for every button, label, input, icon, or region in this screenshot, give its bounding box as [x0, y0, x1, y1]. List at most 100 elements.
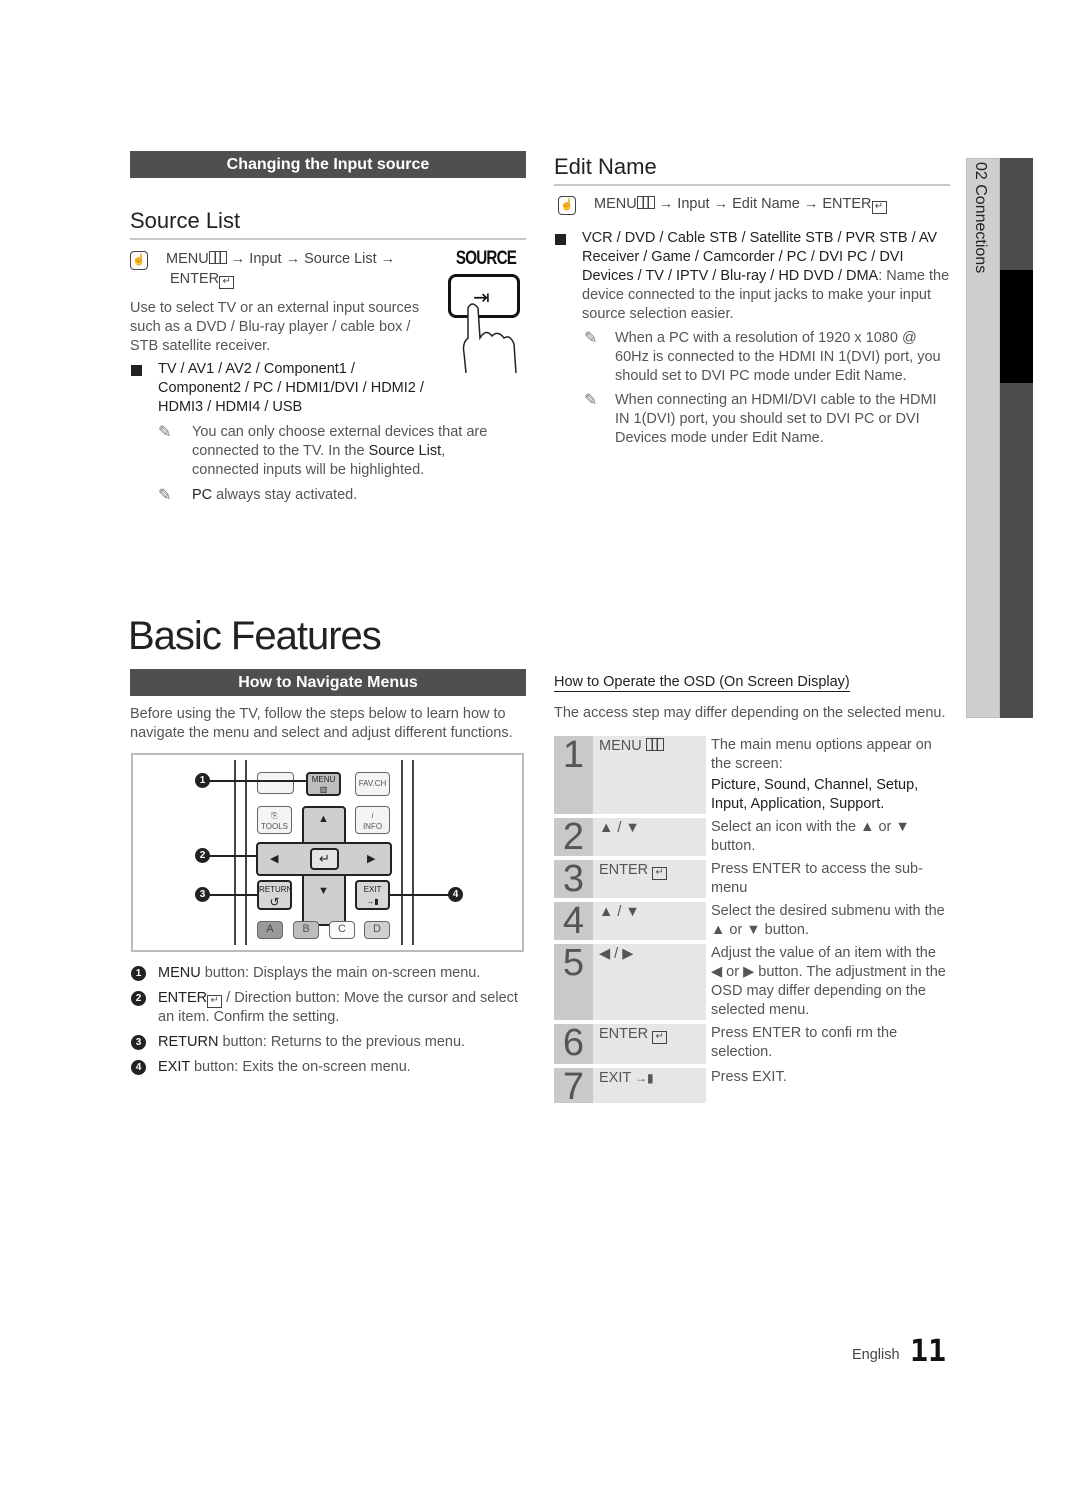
menu-path-rest: → Input → Source List → — [230, 251, 396, 267]
legend-item: 1 MENU button: Displays the main on-scre… — [130, 964, 526, 983]
step-number: 4 — [554, 902, 593, 940]
step-description: Select an icon with the ▲ or ▼ button. — [711, 819, 910, 854]
legend-item: 2 ENTER ↵ / Direction button: Move the cu… — [130, 989, 526, 1027]
step-description: Select the desired submenu with the ▲ or… — [711, 903, 945, 938]
menu-icon — [645, 738, 664, 751]
arrow-down-icon: ▼ — [318, 885, 329, 897]
edit-name-heading: Edit Name — [554, 154, 950, 186]
edit-name-bullet: VCR / DVD / Cable STB / Satellite STB / … — [554, 229, 950, 324]
step-key: EXIT →▮ — [593, 1068, 706, 1103]
color-button-label: C — [338, 923, 346, 935]
source-list-bullet-text: TV / AV1 / AV2 / Component1 / Component2… — [158, 361, 424, 415]
remote-legend: 1 MENU button: Displays the main on-scre… — [130, 964, 526, 1077]
source-list-note-2: ✎ PC always stay activated. — [158, 486, 500, 505]
return-icon: ↺ — [269, 895, 280, 909]
legend-number: 4 — [131, 1060, 146, 1075]
legend-text: button: Exits the on-screen menu. — [189, 1059, 411, 1075]
legend-key: ENTER — [158, 990, 208, 1006]
note-bold: PC — [192, 487, 213, 503]
menu-icon: ▥ — [319, 785, 328, 794]
remote-edge-line — [401, 760, 403, 945]
section-bar-changing-input: Changing the Input source — [130, 151, 526, 178]
info-icon: i — [371, 811, 374, 820]
remote-exit-label: EXIT — [363, 885, 382, 894]
bullet-square-icon — [555, 234, 566, 245]
enter-icon: ↵ — [871, 201, 887, 214]
remote-c-button: C — [329, 921, 355, 939]
step-description: Adjust the value of an item with the ◀ o… — [711, 945, 946, 1018]
callout-line — [208, 855, 258, 857]
pencil-note-icon: ✎ — [158, 487, 172, 504]
remote-menu-button: MENU ▥ — [306, 772, 341, 796]
arrow-up-icon: ▲ — [318, 813, 329, 825]
remote-favch-button: FAV.CH — [355, 772, 390, 796]
step-description: Press EXIT. — [711, 1069, 787, 1085]
legend-key: RETURN — [158, 1034, 219, 1050]
chapter-tab-marker — [1000, 270, 1033, 383]
osd-intro: The access step may differ depending on … — [554, 705, 946, 721]
legend-text: button: Displays the main on-screen menu… — [200, 965, 481, 981]
pencil-note-icon: ✎ — [158, 424, 172, 441]
step-key-label: EXIT — [599, 1070, 631, 1086]
pointing-hand-icon — [462, 303, 517, 374]
legend-number: 2 — [131, 991, 146, 1006]
step-key: MENU — [593, 736, 706, 814]
exit-icon: →▮ — [635, 1071, 654, 1085]
remote-enter-button: ↵ — [310, 848, 339, 870]
note-text: When connecting an HDMI/DVI cable to the… — [615, 392, 937, 446]
source-list-bullet: TV / AV1 / AV2 / Component1 / Component2… — [130, 360, 430, 417]
source-list-heading: Source List — [130, 208, 526, 240]
step-description: Press ENTER to access the sub-menu — [711, 861, 923, 896]
enter-icon: ↵ — [219, 276, 235, 289]
step-number: 1 — [554, 736, 593, 814]
remote-exit-button: EXIT →▮ — [355, 880, 390, 910]
bullet-square-icon — [131, 365, 142, 376]
callout-4: 4 — [448, 887, 463, 902]
source-list-note-1: ✎ You can only choose external devices t… — [158, 423, 500, 480]
enter-icon: ↵ — [207, 995, 223, 1008]
color-button-label: A — [266, 923, 274, 935]
remote-d-button: D — [364, 921, 390, 939]
osd-step: 6 ENTER ↵ Press ENTER to confi rm the se… — [554, 1024, 954, 1064]
remote-favch-label: FAV.CH — [358, 779, 387, 788]
source-button-illustration: SOURCE ⇥ — [446, 248, 526, 378]
step-key: ▲ / ▼ — [593, 902, 706, 940]
enter-label: ENTER — [170, 271, 220, 287]
menu-label: MENU — [166, 251, 209, 267]
enter-icon: ↵ — [319, 851, 330, 866]
note-text: When a PC with a resolution of 1920 x 10… — [615, 330, 941, 384]
menu-label: MENU — [594, 196, 637, 212]
remote-blank-button — [257, 772, 294, 794]
legend-text: button: Returns to the previous menu. — [218, 1034, 466, 1050]
note-bold: Source List — [368, 443, 442, 459]
remote-info-label: INFO — [362, 822, 383, 831]
step-key: ◀ / ▶ — [593, 944, 706, 1020]
legend-key: EXIT — [158, 1059, 190, 1075]
menu-path-rest: → Input → Edit Name → ENTER — [658, 196, 872, 212]
remote-menu-label: MENU — [311, 775, 336, 784]
exit-icon: →▮ — [366, 897, 379, 906]
step-number: 7 — [554, 1068, 593, 1106]
step-number: 5 — [554, 944, 593, 1020]
footer-language: English — [852, 1347, 900, 1363]
edit-name-menu-path: ☝ MENU → Input → Edit Name → ENTER ↵ — [558, 195, 948, 215]
step-description: Press ENTER to confi rm the selection. — [711, 1025, 898, 1060]
chapter-tab-label: 02 Connections — [972, 162, 989, 274]
osd-heading: How to Operate the OSD (On Screen Displa… — [554, 674, 850, 692]
edit-name-note-1: ✎ When a PC with a resolution of 1920 x … — [584, 329, 950, 386]
osd-step: 2 ▲ / ▼ Select an icon with the ▲ or ▼ b… — [554, 818, 954, 856]
osd-step: 3 ENTER ↵ Press ENTER to access the sub-… — [554, 860, 954, 898]
source-list-menu-path: ☝ MENU → Input → Source List → ENTER ↵ — [130, 250, 440, 289]
remote-tools-label: TOOLS — [261, 822, 288, 831]
step-key: ▲ / ▼ — [593, 818, 706, 856]
remote-a-button: A — [257, 921, 283, 939]
navigate-intro: Before using the TV, follow the steps be… — [130, 706, 513, 741]
page-number: 11 — [910, 1334, 947, 1369]
step-key: ENTER ↵ — [593, 860, 706, 898]
hand-press-icon: ☝ — [130, 251, 148, 270]
callout-line — [390, 894, 450, 896]
step-key-label: ENTER — [599, 862, 649, 878]
source-list-description: Use to select TV or an external input so… — [130, 300, 420, 354]
osd-step: 5 ◀ / ▶ Adjust the value of an item with… — [554, 944, 954, 1020]
legend-item: 4 EXIT button: Exits the on-screen menu. — [130, 1058, 526, 1077]
